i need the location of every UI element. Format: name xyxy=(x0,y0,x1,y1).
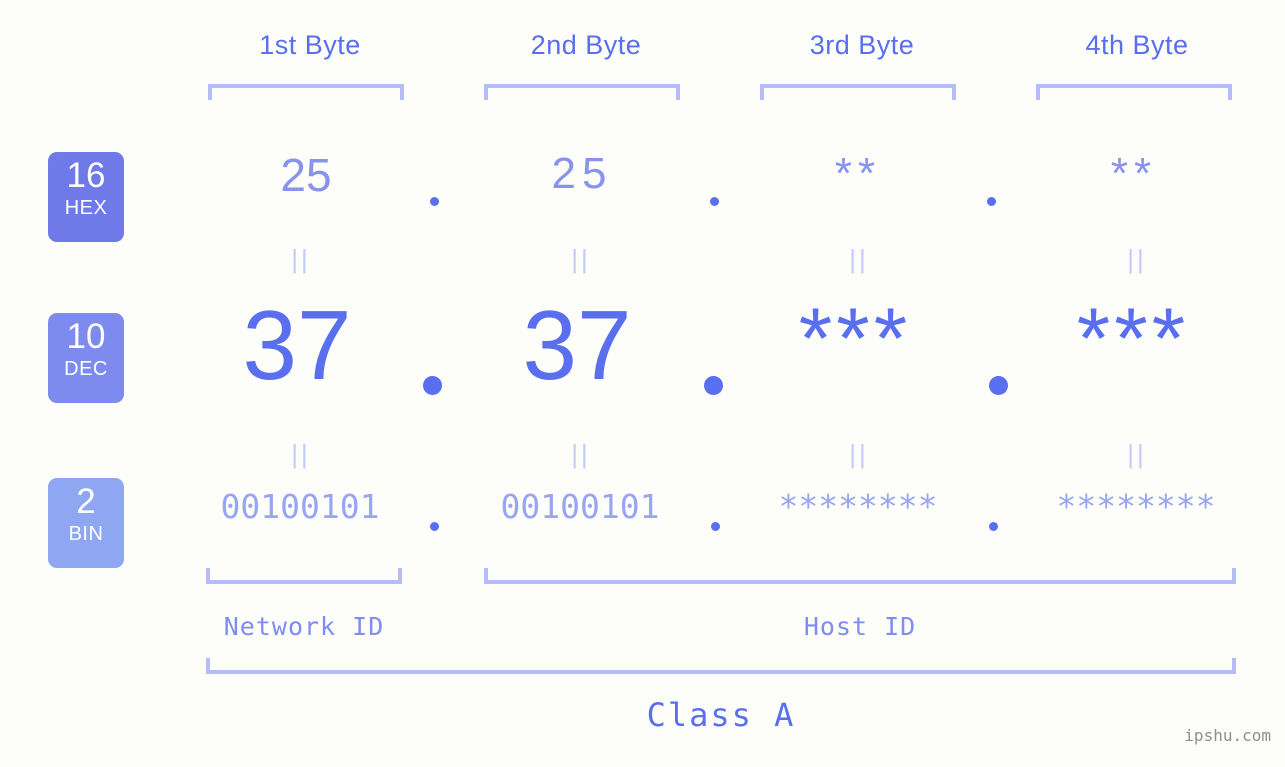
equals-mark-dec-bin-2: || xyxy=(571,439,591,469)
bin-byte-2-value: 00100101 xyxy=(500,487,660,526)
hex-dot-separator-1 xyxy=(430,197,439,206)
byte-header-1: 1st Byte xyxy=(259,30,361,60)
network-id-bracket xyxy=(206,568,402,584)
byte-bracket-3 xyxy=(760,84,956,100)
equals-mark-hex-dec-1: || xyxy=(291,244,311,274)
hex-byte-2-value: 25 xyxy=(551,149,613,198)
base-badge-dec-number: 10 xyxy=(66,317,106,356)
equals-mark-dec-bin-1: || xyxy=(291,439,311,469)
base-badge-bin-number: 2 xyxy=(76,482,96,521)
byte-header-4: 4th Byte xyxy=(1085,30,1189,60)
dec-dot-separator-1 xyxy=(423,376,442,395)
equals-mark-hex-dec-4: || xyxy=(1127,244,1147,274)
host-id-bracket xyxy=(484,568,1236,584)
dec-byte-2-value: 37 xyxy=(522,290,632,400)
class-bracket xyxy=(206,658,1236,674)
dec-byte-3-value: *** xyxy=(798,291,912,387)
base-badge-dec-name: DEC xyxy=(64,357,108,380)
ip-address-breakdown-diagram: 1st Byte 2nd Byte 3rd Byte 4th Byte 16 H… xyxy=(0,0,1285,767)
network-id-label: Network ID xyxy=(223,612,385,641)
byte-header-3: 3rd Byte xyxy=(809,30,915,60)
hex-byte-4-value: ** xyxy=(1110,149,1158,198)
byte-bracket-4 xyxy=(1036,84,1232,100)
bin-dot-separator-2 xyxy=(711,522,720,531)
dec-byte-4-value: *** xyxy=(1076,291,1190,387)
hex-dot-separator-2 xyxy=(710,197,719,206)
dec-dot-separator-2 xyxy=(704,376,723,395)
class-label: Class A xyxy=(646,696,796,734)
bin-byte-3-value: ******** xyxy=(778,487,938,526)
base-badge-bin-name: BIN xyxy=(68,522,104,545)
dec-dot-separator-3 xyxy=(989,376,1008,395)
hex-dot-separator-3 xyxy=(987,197,996,206)
equals-mark-hex-dec-3: || xyxy=(849,244,869,274)
equals-mark-dec-bin-3: || xyxy=(849,439,869,469)
bin-dot-separator-1 xyxy=(430,522,439,531)
base-badge-bin: 2 BIN xyxy=(48,478,124,568)
bin-byte-4-value: ******** xyxy=(1056,487,1216,526)
byte-bracket-2 xyxy=(484,84,680,100)
byte-bracket-1 xyxy=(208,84,404,100)
bin-dot-separator-3 xyxy=(989,522,998,531)
dec-byte-1-value: 37 xyxy=(242,290,352,400)
base-badge-hex-number: 16 xyxy=(66,156,106,195)
equals-mark-hex-dec-2: || xyxy=(571,244,591,274)
equals-mark-dec-bin-4: || xyxy=(1127,439,1147,469)
host-id-label: Host ID xyxy=(803,612,917,641)
byte-header-2: 2nd Byte xyxy=(530,30,642,60)
hex-byte-1-value: 25 xyxy=(280,149,332,201)
base-badge-hex: 16 HEX xyxy=(48,152,124,242)
base-badge-hex-name: HEX xyxy=(64,196,108,219)
bin-byte-1-value: 00100101 xyxy=(220,487,380,526)
hex-byte-3-value: ** xyxy=(834,149,882,198)
base-badge-dec: 10 DEC xyxy=(48,313,124,403)
watermark: ipshu.com xyxy=(1184,726,1271,745)
